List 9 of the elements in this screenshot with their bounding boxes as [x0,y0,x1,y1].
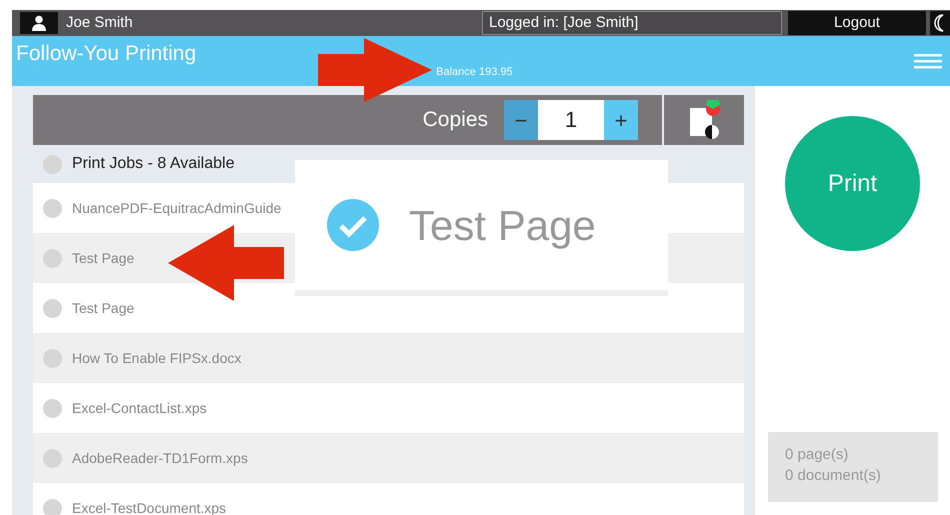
callout-label: Test Page [409,200,596,251]
pages-count: 0 page(s) [785,445,850,465]
documents-count: 0 document(s) [785,466,882,486]
logged-in-field: Logged in: [Joe Smith] [482,11,782,35]
balance-text: Balance 193.95 [436,65,513,80]
jobs-heading: Print Jobs - 8 Available [72,154,234,174]
app-title: Follow-You Printing [15,41,196,67]
copies-label: Copies [422,107,488,134]
user-name: Joe Smith [66,12,133,33]
